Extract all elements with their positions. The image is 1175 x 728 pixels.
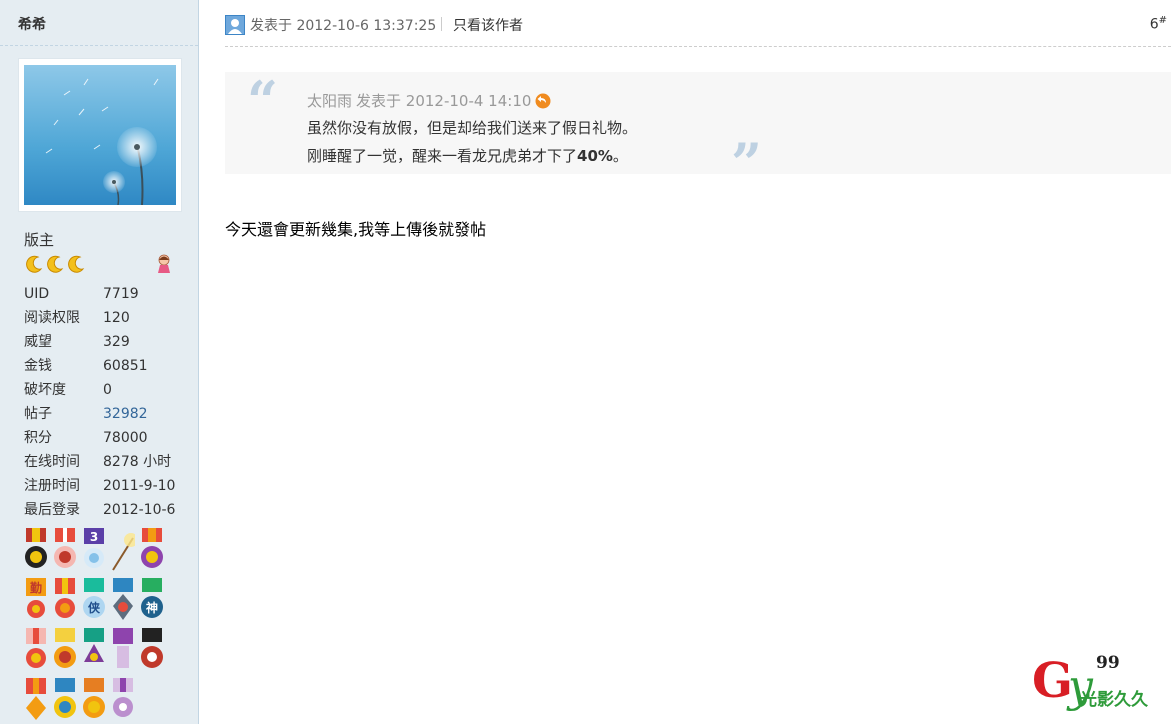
medal-icon[interactable]: [24, 678, 48, 722]
profile-row-posts: 帖子 32982: [24, 404, 175, 428]
quote-text-line: 虽然你没有放假，但是却给我们送来了假日礼物。: [307, 119, 638, 137]
profile-key: 破坏度: [24, 382, 66, 398]
avatar[interactable]: [18, 58, 182, 212]
profile-value: 2011-9-10: [103, 478, 176, 494]
profile-value: 120: [103, 310, 130, 326]
medal-label: 神: [146, 600, 158, 615]
watermark-number: 99: [1096, 653, 1120, 673]
moon-icon: [47, 255, 64, 273]
profile-value: 0: [103, 382, 112, 398]
floor-number[interactable]: 6#: [1150, 15, 1167, 33]
quote-open-mark: “: [247, 69, 279, 133]
medal-label: 侠: [88, 600, 101, 615]
medal-icon[interactable]: [53, 578, 77, 622]
quote-time: 发表于 2012-10-4 14:10: [356, 92, 532, 110]
profile-row-destruction: 破坏度 0: [24, 380, 175, 404]
quote-text-prefix: 刚睡醒了一觉，醒来一看龙兄虎弟才下了: [307, 147, 578, 165]
medal-list: 3 勤 侠 神: [24, 528, 194, 728]
quote-meta: 太阳雨 发表于 2012-10-4 14:10: [307, 90, 551, 111]
profile-key: 积分: [24, 430, 52, 446]
divider: [0, 45, 198, 46]
profile-row-uid: UID 7719: [24, 284, 175, 308]
medal-icon[interactable]: 勤: [24, 578, 48, 622]
quote-text-suffix: 。: [612, 147, 628, 165]
post-header: 发表于 2012-10-6 13:37:25 只看该作者 6#: [225, 12, 1171, 47]
profile-key: UID: [24, 286, 50, 302]
profile-value: 8278 小时: [103, 454, 172, 470]
profile-key: 金钱: [24, 358, 52, 374]
medal-icon[interactable]: 3: [82, 528, 106, 572]
site-watermark-logo: G y 99 光影久久: [1030, 653, 1170, 715]
profile-key: 最后登录: [24, 502, 80, 518]
profile-row-last-login: 最后登录 2012-10-6: [24, 500, 175, 524]
quote-text-bold: 40%: [577, 147, 613, 165]
profile-key: 阅读权限: [24, 310, 80, 326]
medal-icon[interactable]: [82, 678, 106, 722]
profile-row-read-permission: 阅读权限 120: [24, 308, 175, 332]
profile-value: 2012-10-6: [103, 502, 176, 518]
profile-stats: UID 7719 阅读权限 120 威望 329 金钱 60851 破坏度 0 帖子 329…: [24, 284, 175, 524]
profile-key: 注册时间: [24, 478, 80, 494]
quote-block: “ 太阳雨 发表于 2012-10-4 14:10 虽然你没有放假，但是却给我们…: [225, 69, 1171, 190]
medal-icon[interactable]: [140, 528, 164, 572]
watermark-letter-g: G: [1032, 653, 1073, 709]
author-username[interactable]: 希希: [18, 14, 46, 34]
moon-icon: [68, 255, 85, 273]
user-icon: [225, 15, 245, 35]
floor-number-value: 6: [1149, 16, 1159, 33]
medal-icon[interactable]: [24, 528, 48, 572]
divider: [441, 17, 442, 31]
profile-row-prestige: 威望 329: [24, 332, 175, 356]
medal-icon[interactable]: [53, 528, 77, 572]
profile-row-points: 积分 78000: [24, 428, 175, 452]
medal-label: 3: [90, 530, 98, 544]
view-author-only-link[interactable]: 只看该作者: [453, 15, 523, 35]
post-timestamp: 发表于 2012-10-6 13:37:25: [250, 18, 437, 34]
rank-stars: [24, 254, 86, 274]
profile-value: 7719: [103, 286, 139, 302]
profile-value: 60851: [103, 358, 148, 374]
profile-row-online-time: 在线时间 8278 小时: [24, 452, 175, 476]
profile-row-register-date: 注册时间 2011-9-10: [24, 476, 175, 500]
quote-close-mark: ”: [731, 131, 763, 195]
medal-icon[interactable]: 侠: [82, 578, 106, 622]
watermark-text: 光影久久: [1080, 690, 1148, 710]
medal-icon[interactable]: [82, 628, 106, 672]
profile-value: 329: [103, 334, 130, 350]
post-message: 今天還會更新幾集,我等上傳後就發帖: [225, 220, 487, 239]
medal-icon[interactable]: [111, 678, 135, 722]
medal-icon[interactable]: [111, 528, 135, 572]
profile-key: 威望: [24, 334, 52, 350]
medal-label: 勤: [30, 580, 42, 595]
profile-row-money: 金钱 60851: [24, 356, 175, 380]
medal-icon[interactable]: [53, 628, 77, 672]
female-icon: [158, 254, 170, 273]
medal-icon[interactable]: [111, 578, 135, 622]
posts-count-link[interactable]: 32982: [103, 404, 148, 428]
post-content: 发表于 2012-10-6 13:37:25 只看该作者 6# “ 太阳雨 发表…: [200, 0, 1175, 724]
medal-icon[interactable]: [53, 678, 77, 722]
moon-icon: [26, 255, 43, 273]
quote-author: 太阳雨: [307, 92, 353, 110]
medal-icon[interactable]: 神: [140, 578, 164, 622]
floor-number-sup: #: [1158, 15, 1167, 26]
medal-icon[interactable]: [140, 628, 164, 672]
author-sidebar: 希希 版主 UID 7719 阅读权限 120 威望 329 金钱 60851 …: [0, 0, 199, 724]
profile-value: 78000: [103, 430, 148, 446]
medal-icon[interactable]: [24, 628, 48, 672]
user-group-title: 版主: [24, 231, 55, 249]
profile-key: 在线时间: [24, 454, 80, 470]
jump-to-post-icon[interactable]: [535, 93, 551, 109]
medal-icon[interactable]: [111, 628, 135, 672]
profile-key: 帖子: [24, 406, 52, 422]
dandelion-avatar-image: [24, 65, 176, 205]
quote-text-line: 刚睡醒了一觉，醒来一看龙兄虎弟才下了40%。: [307, 145, 628, 166]
